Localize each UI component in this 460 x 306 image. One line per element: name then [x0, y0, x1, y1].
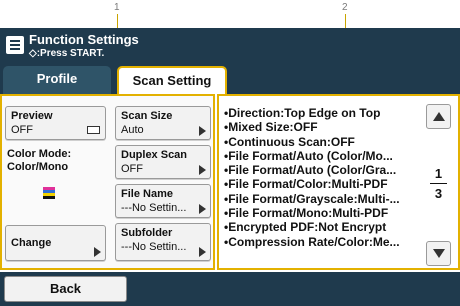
list-item: •File Format/Grayscale:Multi-... — [224, 191, 400, 206]
tab-scan-setting[interactable]: Scan Setting — [117, 66, 227, 94]
menu-list-icon — [6, 36, 24, 54]
list-item: •Continuous Scan:OFF — [224, 134, 355, 149]
preview-button[interactable]: Preview OFF — [5, 106, 106, 140]
duplex-scan-button[interactable]: Duplex Scan OFF — [115, 145, 211, 179]
scroll-up-button[interactable] — [426, 104, 451, 129]
current-page: 1 — [434, 166, 443, 181]
arrow-right-icon — [199, 204, 206, 214]
start-hint: ◇:Press START. — [29, 48, 105, 59]
list-item: •File Format/Auto (Color/Gra... — [224, 163, 397, 178]
settings-list: •Direction:Top Edge on Top •Mixed Size:O… — [224, 106, 419, 249]
color-mode-info: Color Mode: Color/Mono — [7, 148, 71, 174]
subfolder-button[interactable]: Subfolder ---No Settin... — [115, 223, 211, 261]
list-item: •Compression Rate/Color:Me... — [224, 234, 400, 249]
page-title: Function Settings — [29, 32, 139, 47]
arrow-up-icon — [433, 112, 445, 121]
scan-size-button[interactable]: Scan Size Auto — [115, 106, 211, 140]
list-item: •Encrypted PDF:Not Encrypt — [224, 220, 387, 235]
page-divider — [430, 183, 447, 184]
file-name-value: ---No Settin... — [121, 202, 187, 214]
duplex-scan-value: OFF — [121, 163, 143, 175]
change-button[interactable]: Change — [5, 225, 106, 261]
arrow-right-icon — [94, 247, 101, 257]
toggle-icon — [87, 126, 100, 134]
change-label: Change — [11, 237, 52, 249]
duplex-scan-label: Duplex Scan — [121, 149, 188, 161]
callout-marker-2: 2 — [342, 2, 348, 13]
arrow-down-icon — [433, 249, 445, 258]
arrow-right-icon — [199, 126, 206, 136]
total-pages: 3 — [434, 186, 443, 201]
callout-marker-1: 1 — [114, 2, 120, 13]
scan-size-label: Scan Size — [121, 110, 173, 122]
back-button[interactable]: Back — [4, 276, 127, 302]
list-item: •Mixed Size:OFF — [224, 120, 318, 135]
scroll-down-button[interactable] — [426, 241, 451, 266]
list-item: •File Format/Auto (Color/Mo... — [224, 148, 393, 163]
file-name-label: File Name — [121, 188, 173, 200]
subfolder-value: ---No Settin... — [121, 241, 187, 253]
arrow-right-icon — [199, 165, 206, 175]
subfolder-label: Subfolder — [121, 227, 173, 239]
function-settings-screen: 1 2 Function Settings ◇:Press START. Pro… — [0, 0, 460, 306]
tab-profile[interactable]: Profile — [3, 66, 111, 94]
color-mode-icon — [43, 187, 55, 199]
list-item: •File Format/Color:Multi-PDF — [224, 177, 388, 192]
preview-value: OFF — [11, 124, 33, 136]
arrow-right-icon — [199, 247, 206, 257]
file-name-button[interactable]: File Name ---No Settin... — [115, 184, 211, 218]
color-mode-label: Color Mode: — [7, 148, 72, 160]
color-mode-value: Color/Mono — [7, 161, 69, 173]
preview-label: Preview — [11, 110, 53, 122]
list-item: •Direction:Top Edge on Top — [224, 106, 381, 120]
list-item: •File Format/Mono:Multi-PDF — [224, 206, 389, 221]
scan-size-value: Auto — [121, 124, 144, 136]
